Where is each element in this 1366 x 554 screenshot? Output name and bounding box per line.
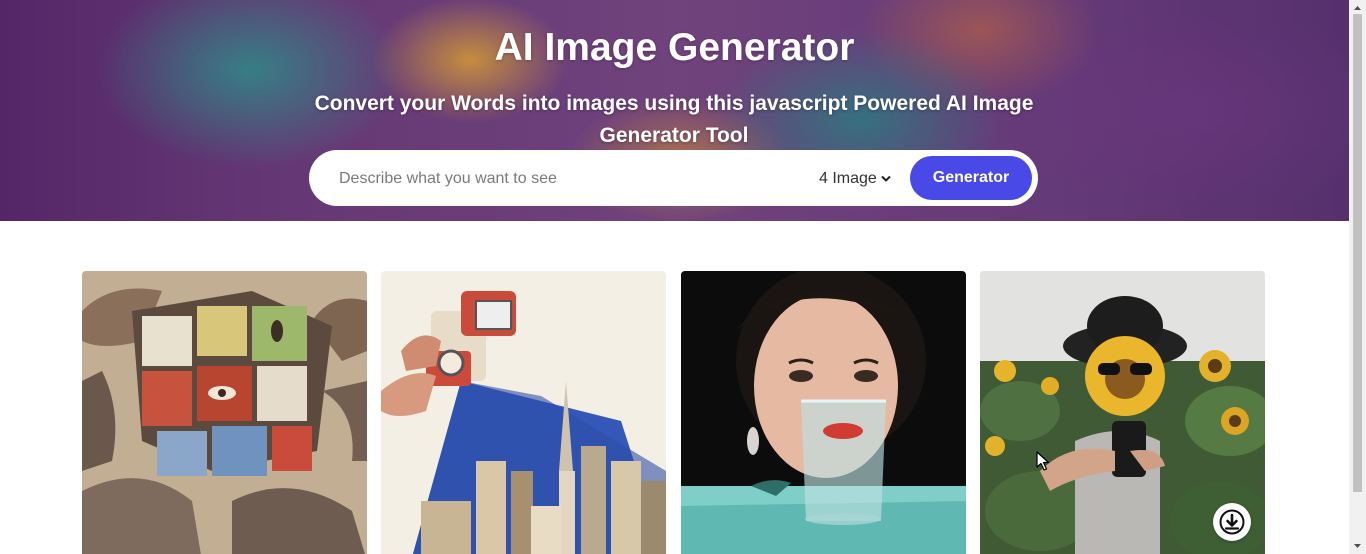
generated-image-woman-glass (681, 271, 966, 554)
download-button[interactable] (1213, 503, 1251, 541)
download-icon (1219, 509, 1245, 535)
scrollbar-thumb[interactable] (1353, 14, 1362, 492)
image-card[interactable] (82, 271, 367, 554)
page: AI Image Generator Convert your Words in… (0, 0, 1349, 554)
generate-button[interactable]: Generator (910, 156, 1032, 200)
generate-form: 4 Image Generator (309, 150, 1038, 206)
generated-image-camera-city (381, 271, 666, 554)
image-count-value: 4 Image (819, 170, 877, 187)
image-card[interactable] (681, 271, 966, 554)
hero-banner: AI Image Generator Convert your Words in… (0, 0, 1349, 221)
vertical-scrollbar[interactable] (1349, 0, 1366, 554)
chevron-down-icon (881, 175, 891, 182)
scroll-down-arrow-icon[interactable] (1349, 537, 1366, 554)
image-count-select[interactable]: 4 Image (819, 167, 891, 191)
image-card[interactable] (980, 271, 1265, 554)
image-card[interactable] (381, 271, 666, 554)
page-subtitle: Convert your Words into images using thi… (314, 92, 1034, 147)
image-gallery (82, 271, 1266, 554)
page-title: AI Image Generator (494, 26, 855, 69)
prompt-input[interactable] (337, 162, 801, 196)
generated-image-rubiks-cube (82, 271, 367, 554)
